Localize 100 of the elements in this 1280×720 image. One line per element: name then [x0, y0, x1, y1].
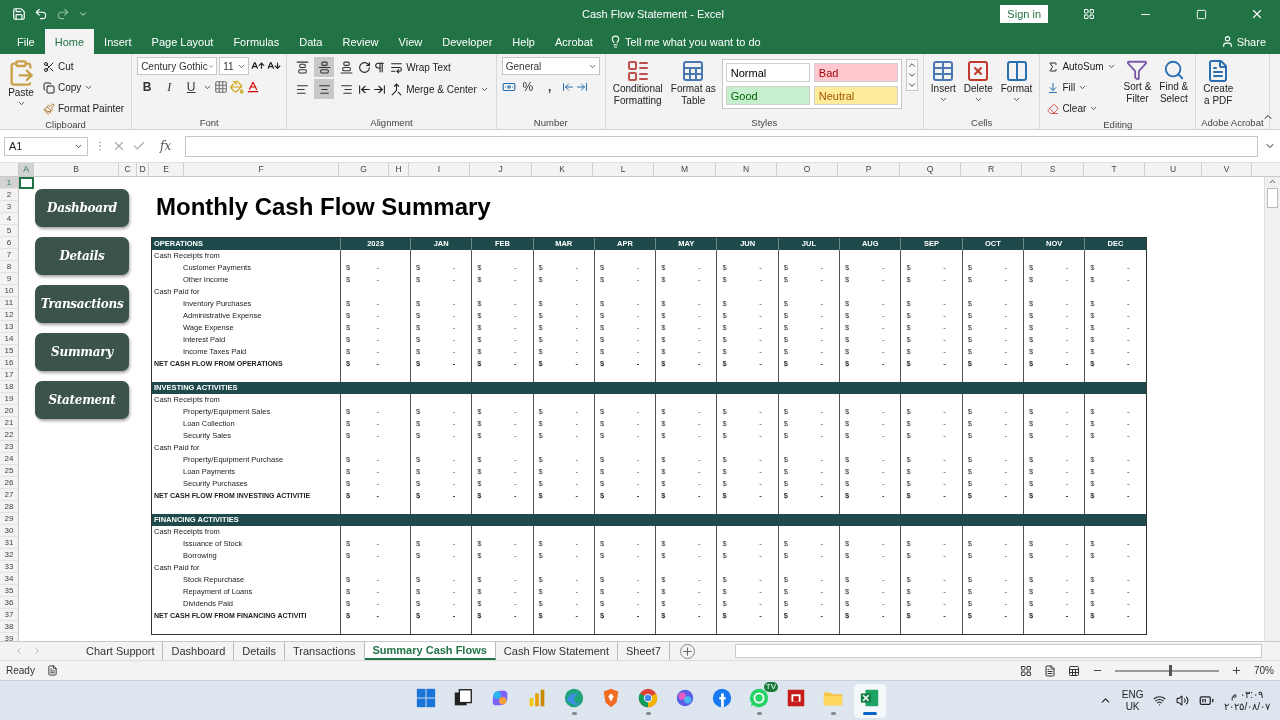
scroll-up-icon[interactable] — [1268, 177, 1277, 186]
cell-style-option[interactable]: Normal — [725, 63, 810, 82]
increase-decimal-icon[interactable] — [561, 81, 574, 93]
middle-align-icon[interactable] — [314, 57, 335, 77]
share-button[interactable]: Share — [1206, 29, 1280, 54]
sort-filter-button[interactable]: Sort & Filter — [1121, 57, 1154, 107]
row-header[interactable]: 20 — [0, 405, 18, 417]
find-select-button[interactable]: Find & Select — [1157, 57, 1191, 107]
create-pdf-button[interactable]: Create a PDF — [1201, 57, 1236, 109]
underline-button[interactable]: U — [181, 77, 202, 97]
bold-button[interactable]: B — [137, 77, 158, 97]
page-break-view-icon[interactable] — [1068, 664, 1080, 677]
row-header[interactable]: 29 — [0, 513, 18, 525]
formula-input[interactable] — [185, 135, 1258, 157]
row-header[interactable]: 3 — [0, 201, 18, 213]
row-header[interactable]: 4 — [0, 213, 18, 225]
row-header[interactable]: 9 — [0, 273, 18, 285]
decrease-decimal-icon[interactable] — [575, 81, 588, 93]
autosum-button[interactable]: AutoSum — [1045, 57, 1118, 76]
row-header[interactable]: 36 — [0, 597, 18, 609]
row-header[interactable]: 14 — [0, 333, 18, 345]
row-header[interactable]: 7 — [0, 249, 18, 261]
close-icon[interactable] — [1250, 7, 1264, 21]
number-format-field[interactable]: General — [501, 57, 600, 75]
font-name-field[interactable]: Century Gothic — [137, 57, 218, 75]
nav-button[interactable]: Transactions — [35, 285, 129, 323]
nav-button[interactable]: Summary — [35, 333, 129, 371]
row-header[interactable]: 15 — [0, 345, 18, 357]
nav-button[interactable]: Details — [35, 237, 129, 275]
row-header[interactable]: 32 — [0, 549, 18, 561]
cell-style-option[interactable]: Good — [725, 86, 810, 105]
zoom-in-icon[interactable] — [1231, 665, 1242, 676]
italic-button[interactable]: I — [159, 77, 180, 97]
sheet-tab[interactable]: Summary Cash Flows — [364, 642, 496, 660]
row-header[interactable]: 13 — [0, 321, 18, 333]
language-indicator[interactable]: ENG UK — [1121, 688, 1144, 713]
ribbon-tab[interactable]: Home — [44, 29, 95, 54]
row-header[interactable]: 27 — [0, 489, 18, 501]
row-header[interactable]: 2 — [0, 189, 18, 201]
conditional-formatting-button[interactable]: Conditional Formatting — [610, 57, 665, 109]
orientation-icon[interactable] — [358, 60, 372, 74]
increase-indent-icon[interactable] — [373, 82, 387, 96]
column-header[interactable]: D — [137, 163, 149, 176]
speaker-icon[interactable] — [1176, 694, 1190, 707]
row-header[interactable]: 38 — [0, 621, 18, 633]
insert-button[interactable]: Insert — [928, 57, 958, 106]
cut-button[interactable]: Cut — [41, 57, 127, 76]
row-header[interactable]: 30 — [0, 525, 18, 537]
row-header[interactable]: 33 — [0, 561, 18, 573]
sign-in-button[interactable]: Sign in — [1000, 5, 1048, 23]
row-header[interactable]: 10 — [0, 285, 18, 297]
font-color-icon[interactable] — [246, 80, 261, 94]
delete-button[interactable]: Delete — [961, 57, 995, 106]
save-icon[interactable] — [12, 7, 26, 21]
copy-button[interactable]: Copy — [41, 78, 127, 97]
horizontal-scrollbar[interactable] — [734, 644, 1262, 658]
decrease-indent-icon[interactable] — [358, 82, 372, 96]
insert-function-button[interactable]: fx — [152, 139, 180, 153]
row-header[interactable]: 11 — [0, 297, 18, 309]
merge-center-button[interactable]: Merge & Center — [388, 79, 491, 99]
ribbon-tab[interactable]: Acrobat — [544, 29, 603, 54]
row-header[interactable]: 16 — [0, 357, 18, 369]
column-header[interactable]: A — [19, 163, 34, 176]
row-header[interactable]: 26 — [0, 477, 18, 489]
maximize-icon[interactable] — [1195, 8, 1207, 20]
ribbon-tab[interactable]: Help — [502, 29, 545, 54]
row-header[interactable]: 21 — [0, 417, 18, 429]
ribbon-tab[interactable]: File — [7, 29, 45, 54]
row-header[interactable]: 35 — [0, 585, 18, 597]
row-header[interactable]: 37 — [0, 609, 18, 621]
taskbar-app[interactable]: TV — [743, 684, 775, 718]
customize-icon[interactable] — [78, 9, 88, 19]
redo-icon[interactable] — [56, 7, 70, 21]
nav-button[interactable]: Statement — [35, 381, 129, 419]
ribbon-tab[interactable]: Formulas — [223, 29, 290, 54]
row-header[interactable]: 22 — [0, 429, 18, 441]
undo-icon[interactable] — [34, 7, 48, 21]
row-header[interactable]: 34 — [0, 573, 18, 585]
scroll-down-icon[interactable] — [906, 70, 917, 80]
format-as-table-button[interactable]: Format as Table — [668, 57, 718, 109]
wrap-text-button[interactable]: Wrap Text — [388, 57, 453, 77]
page-layout-view-icon[interactable] — [1044, 664, 1056, 677]
ribbon-tab[interactable]: Data — [289, 29, 333, 54]
wifi-icon[interactable] — [1153, 694, 1167, 707]
percent-button[interactable]: % — [517, 77, 538, 97]
ribbon-tab[interactable]: Review — [332, 29, 389, 54]
row-header[interactable]: 17 — [0, 369, 18, 381]
row-header[interactable]: 18 — [0, 381, 18, 393]
cell-style-option[interactable]: Bad — [813, 63, 898, 82]
name-box[interactable]: A1 — [4, 136, 88, 156]
row-header[interactable]: 31 — [0, 537, 18, 549]
ribbon-tab[interactable]: Developer — [432, 29, 503, 54]
tell-me-search[interactable]: Tell me what you want to do — [602, 29, 767, 54]
battery-icon[interactable] — [1199, 693, 1215, 708]
expand-gallery-icon[interactable] — [906, 80, 917, 90]
row-header[interactable]: 5 — [0, 225, 18, 237]
cell-style-option[interactable]: Neutral — [813, 86, 898, 105]
row-header[interactable]: 12 — [0, 309, 18, 321]
row-header[interactable]: 8 — [0, 261, 18, 273]
borders-icon[interactable] — [214, 80, 229, 94]
